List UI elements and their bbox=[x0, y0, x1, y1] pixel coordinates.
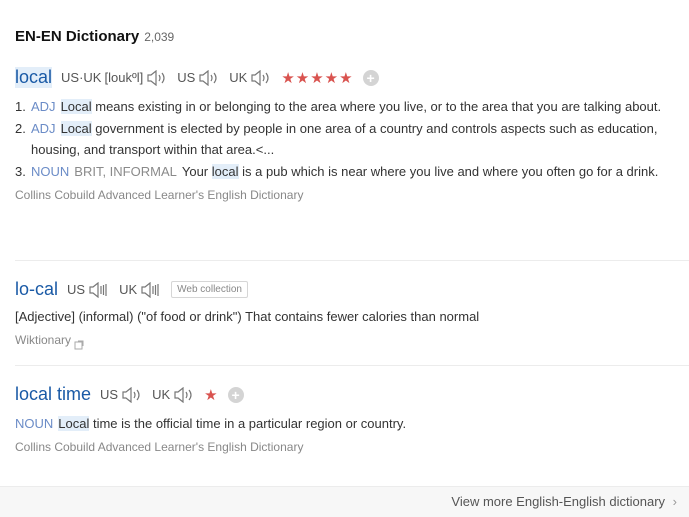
speaker-icon[interactable] bbox=[88, 281, 110, 298]
definition-text: is a pub which is near where you live an… bbox=[238, 164, 659, 179]
part-of-speech: ADJ bbox=[31, 121, 56, 136]
pronunciation-uk: UK bbox=[152, 386, 195, 403]
sense-number: 3. bbox=[15, 164, 26, 179]
sense-text: NOUN Local time is the official time in a… bbox=[15, 413, 675, 434]
part-of-speech: NOUN bbox=[31, 164, 70, 179]
pronunciation-uk: UK bbox=[119, 281, 162, 298]
view-more-link[interactable]: View more English-English dictionary › bbox=[451, 494, 677, 509]
pronunciation-us: US bbox=[100, 386, 143, 403]
sense-text: ADJ Local means existing in or belonging … bbox=[31, 96, 661, 117]
pron-label: UK bbox=[229, 70, 248, 85]
speaker-icon[interactable] bbox=[121, 386, 143, 403]
web-collection-tag: Web collection bbox=[171, 281, 248, 298]
pronunciation-us: US bbox=[67, 281, 110, 298]
frequency-stars: ★★★★★ bbox=[281, 69, 354, 87]
sense-item: 2. ADJ Local government is elected by peo… bbox=[15, 118, 675, 160]
speaker-icon[interactable] bbox=[173, 386, 195, 403]
divider bbox=[15, 365, 689, 366]
highlighted-word: Local bbox=[58, 416, 90, 431]
definitions-local: 1. ADJ Local means existing in or belongi… bbox=[15, 96, 675, 206]
speaker-icon[interactable] bbox=[250, 69, 272, 86]
entry-head-local: local US·UK [loukºl] US UK ★★★★★ + bbox=[15, 67, 379, 88]
pron-label: US bbox=[100, 387, 119, 402]
definition-prefix: Your bbox=[181, 164, 212, 179]
sense-number: 2. bbox=[15, 121, 26, 136]
speaker-icon[interactable] bbox=[146, 69, 168, 86]
highlighted-word: local bbox=[211, 164, 239, 179]
source-label: Collins Cobuild Advanced Learner's Engli… bbox=[15, 188, 304, 202]
entry-head-local-time: local time US UK ★ + bbox=[15, 384, 244, 405]
dictionary-header: EN-EN Dictionary 2,039 bbox=[15, 28, 174, 45]
headword[interactable]: local bbox=[15, 67, 53, 88]
highlighted-word: Local bbox=[60, 99, 92, 114]
dictionary-title: EN-EN Dictionary bbox=[15, 28, 140, 45]
headword-text: local time bbox=[15, 384, 92, 404]
pron-label: US bbox=[177, 70, 196, 85]
definition-text: means existing in or belonging to the ar… bbox=[91, 99, 662, 114]
external-link-icon[interactable] bbox=[74, 336, 84, 349]
pronunciation-uk: UK bbox=[229, 69, 272, 86]
sense-number: 1. bbox=[15, 99, 26, 114]
entry-head-lo-cal: lo-cal US UK Web collection bbox=[15, 279, 248, 300]
pronunciation-us: US bbox=[177, 69, 220, 86]
source-name[interactable]: Wiktionary bbox=[15, 330, 71, 351]
ipa-text: [loukºl] bbox=[104, 70, 144, 85]
definition-text: time is the official time in a particula… bbox=[89, 416, 407, 431]
source-label: Wiktionary bbox=[15, 330, 675, 351]
plus-icon[interactable]: + bbox=[362, 69, 379, 86]
footer-bar: View more English-English dictionary › bbox=[0, 486, 689, 517]
sense-text: NOUN BRIT, INFORMAL Your local is a pub wh… bbox=[31, 161, 658, 182]
pron-label: UK bbox=[152, 387, 171, 402]
headword[interactable]: local time bbox=[15, 384, 91, 405]
definitions-local-time: NOUN Local time is the official time in a… bbox=[15, 413, 675, 458]
speaker-icon[interactable] bbox=[198, 69, 220, 86]
view-more-label: View more English-English dictionary bbox=[451, 494, 666, 509]
source-label: Collins Cobuild Advanced Learner's Engli… bbox=[15, 440, 304, 454]
part-of-speech: NOUN bbox=[15, 416, 54, 431]
chevron-right-icon: › bbox=[672, 494, 677, 509]
sense-item: 3. NOUN BRIT, INFORMAL Your local is a pub… bbox=[15, 161, 675, 182]
pron-label: UK bbox=[119, 282, 138, 297]
part-of-speech: ADJ bbox=[31, 99, 56, 114]
divider bbox=[15, 260, 689, 261]
plus-icon[interactable]: + bbox=[227, 386, 244, 403]
result-count: 2,039 bbox=[144, 30, 175, 44]
frequency-stars: ★ bbox=[204, 386, 219, 404]
register-label: BRIT, INFORMAL bbox=[74, 164, 177, 179]
pron-label: US bbox=[67, 282, 86, 297]
pronunciation-us-uk: US·UK [loukºl] bbox=[61, 69, 168, 86]
highlighted-word: Local bbox=[60, 121, 92, 136]
speaker-icon[interactable] bbox=[140, 281, 162, 298]
definition-text: government is elected by people in one a… bbox=[31, 121, 658, 157]
sense-text: ADJ Local government is elected by people… bbox=[31, 118, 675, 160]
definition-text: [Adjective] (informal) ("of food or drin… bbox=[15, 309, 480, 324]
sense-item: 1. ADJ Local means existing in or belongi… bbox=[15, 96, 675, 117]
pron-label: US·UK bbox=[61, 70, 102, 85]
headword[interactable]: lo-cal bbox=[15, 279, 58, 300]
definitions-lo-cal: [Adjective] (informal) ("of food or drin… bbox=[15, 306, 675, 351]
